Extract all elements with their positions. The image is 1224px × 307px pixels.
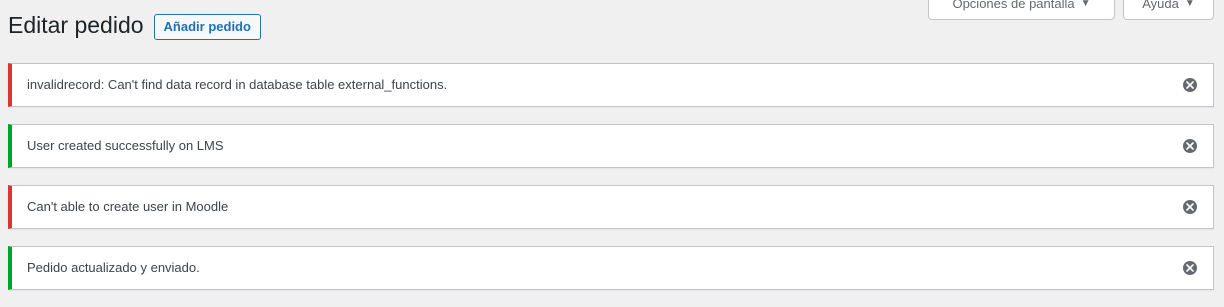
notice-error: invalidrecord: Can't find data record in… xyxy=(8,63,1214,107)
notice-text: Can't able to create user in Moodle xyxy=(27,199,229,214)
help-button[interactable]: Ayuda ▼ xyxy=(1123,0,1214,20)
notice-success: Pedido actualizado y enviado. xyxy=(8,246,1214,290)
help-label: Ayuda xyxy=(1142,0,1179,11)
heading-row: Editar pedido Añadir pedido xyxy=(8,11,261,40)
screen-options-button[interactable]: Opciones de pantalla ▼ xyxy=(928,0,1115,20)
notice-text: invalidrecord: Can't find data record in… xyxy=(27,77,448,92)
dismiss-icon[interactable] xyxy=(1183,78,1197,92)
caret-down-icon: ▼ xyxy=(1184,0,1195,9)
notice-text: User created successfully on LMS xyxy=(27,138,224,153)
screen-meta-links: Opciones de pantalla ▼ Ayuda ▼ xyxy=(928,0,1214,20)
dismiss-icon[interactable] xyxy=(1183,139,1197,153)
notice-success: User created successfully on LMS xyxy=(8,124,1214,168)
add-order-button[interactable]: Añadir pedido xyxy=(153,13,261,40)
screen-options-label: Opciones de pantalla xyxy=(952,0,1075,11)
page-title: Editar pedido xyxy=(8,12,144,38)
dismiss-icon[interactable] xyxy=(1183,200,1197,214)
dismiss-icon[interactable] xyxy=(1183,261,1197,275)
caret-down-icon: ▼ xyxy=(1080,0,1091,9)
notice-error: Can't able to create user in Moodle xyxy=(8,185,1214,229)
notices-area: invalidrecord: Can't find data record in… xyxy=(8,63,1214,307)
notice-text: Pedido actualizado y enviado. xyxy=(27,260,200,275)
